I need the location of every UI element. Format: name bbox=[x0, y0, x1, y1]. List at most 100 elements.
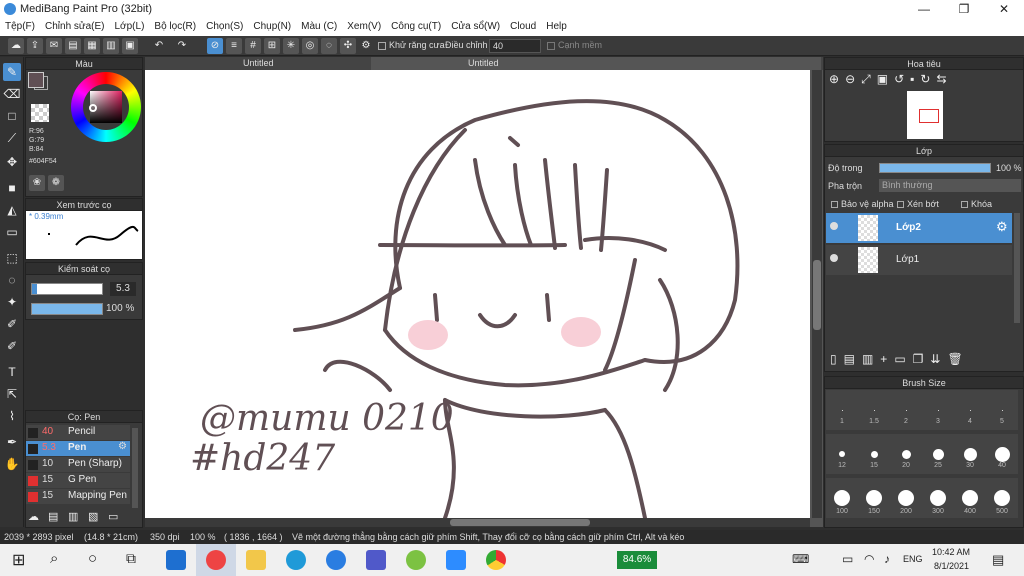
notification-icon[interactable]: ▤ bbox=[992, 552, 1004, 568]
eye-icon[interactable] bbox=[830, 222, 838, 230]
brush-size-preset[interactable]: 400 bbox=[954, 478, 986, 518]
layer-row-1[interactable]: Lớp1 bbox=[826, 245, 1012, 275]
task-view-icon[interactable]: ⧉ bbox=[126, 550, 136, 567]
color-history-icon[interactable]: ❁ bbox=[48, 175, 64, 191]
blend-mode-select[interactable]: Bình thường bbox=[879, 179, 1021, 192]
lasso-tool-icon[interactable]: ◌ bbox=[3, 271, 21, 289]
palette-icon[interactable]: ❀ bbox=[29, 175, 45, 191]
message-icon[interactable]: ▤ bbox=[65, 38, 81, 54]
maximize-button[interactable]: ❐ bbox=[944, 0, 984, 19]
add-brush-icon[interactable]: ▤ bbox=[48, 510, 58, 523]
brush-item-pen-sharp[interactable]: 10 Pen (Sharp) bbox=[26, 457, 130, 472]
eyedropper-tool-icon[interactable]: ✒ bbox=[3, 433, 21, 451]
flip-icon[interactable]: ⇆ bbox=[936, 72, 952, 86]
eye-icon[interactable] bbox=[830, 254, 838, 262]
menu-window[interactable]: Cửa sổ(W) bbox=[446, 19, 505, 36]
comment-icon[interactable]: ✉ bbox=[46, 38, 62, 54]
windows-start-icon[interactable]: ⊞ bbox=[12, 550, 25, 570]
menu-filter[interactable]: Bộ lọc(R) bbox=[149, 19, 201, 36]
language-indicator[interactable]: ENG bbox=[903, 554, 923, 564]
navigator-thumbnail[interactable] bbox=[907, 91, 943, 139]
gear-icon[interactable]: ⚙ bbox=[358, 38, 374, 54]
document-icon[interactable]: ▦ bbox=[84, 38, 100, 54]
radial-snap-icon[interactable]: ✳ bbox=[283, 38, 299, 54]
drawing-canvas[interactable]: @mumu 0210 #hd247 bbox=[145, 70, 810, 518]
brush-size-preset[interactable]: 200 bbox=[890, 478, 922, 518]
battery-icon[interactable]: ▭ bbox=[842, 552, 853, 566]
foreground-color-swatch[interactable] bbox=[28, 72, 44, 88]
layer-row-2[interactable]: Lớp2 ⚙ bbox=[826, 213, 1012, 243]
actual-size-icon[interactable]: ▣ bbox=[877, 72, 894, 86]
circle-snap-icon[interactable]: ◎ bbox=[302, 38, 318, 54]
brush-size-slider[interactable] bbox=[31, 283, 103, 295]
delete-layer-icon[interactable]: 🗑 bbox=[947, 352, 969, 366]
minimize-button[interactable]: — bbox=[904, 0, 944, 19]
zalo-icon[interactable] bbox=[326, 550, 346, 570]
duplicate-layer-icon[interactable]: ❐ bbox=[913, 352, 931, 366]
fit-icon[interactable]: ⤢ bbox=[861, 72, 877, 86]
undo-icon[interactable]: ↶ bbox=[151, 38, 167, 54]
brush-size-preset[interactable]: 300 bbox=[922, 478, 954, 518]
operation-tool-icon[interactable]: ⇱ bbox=[3, 385, 21, 403]
volume-icon[interactable]: ♪ bbox=[884, 552, 890, 566]
soft-edge-checkbox[interactable] bbox=[547, 42, 555, 50]
rotate-left-icon[interactable]: ↺ bbox=[894, 72, 910, 86]
bucket-tool-icon[interactable]: ◭ bbox=[3, 201, 21, 219]
canvas-vertical-scrollbar[interactable] bbox=[812, 70, 822, 518]
zoom-out-icon[interactable]: ⊖ bbox=[845, 72, 861, 86]
medibang-icon[interactable] bbox=[206, 550, 226, 570]
perspective-snap-icon[interactable]: ✣ bbox=[340, 38, 356, 54]
brush-size-preset[interactable]: 1 bbox=[826, 390, 858, 430]
brush-item-g-pen[interactable]: 15 G Pen bbox=[26, 473, 130, 488]
brush-size-preset[interactable]: 2 bbox=[890, 390, 922, 430]
menu-layer[interactable]: Lớp(L) bbox=[110, 19, 150, 36]
close-button[interactable]: ✕ bbox=[984, 0, 1024, 19]
edge-icon[interactable] bbox=[286, 550, 306, 570]
brush-opacity-slider[interactable] bbox=[31, 303, 103, 315]
rotate-right-icon[interactable]: ↻ bbox=[920, 72, 936, 86]
app-green-icon[interactable] bbox=[406, 550, 426, 570]
teams-icon[interactable] bbox=[366, 550, 386, 570]
menu-color[interactable]: Màu (C) bbox=[296, 19, 342, 36]
search-icon[interactable]: ⌕ bbox=[50, 550, 58, 567]
menu-file[interactable]: Tệp(F) bbox=[0, 19, 40, 36]
menu-view[interactable]: Xem(V) bbox=[342, 19, 386, 36]
layer-scrollbar[interactable] bbox=[1014, 213, 1020, 323]
line-tool-icon[interactable]: ⟋ bbox=[3, 129, 21, 147]
battery-indicator[interactable]: 84.6% bbox=[617, 551, 657, 569]
brush-item-pen[interactable]: 5.3 Pen ⚙ bbox=[26, 441, 130, 456]
brush-size-preset[interactable]: 1.5 bbox=[858, 390, 890, 430]
menu-help[interactable]: Help bbox=[541, 19, 572, 36]
brush-size-preset[interactable]: 5 bbox=[986, 390, 1018, 430]
select-tool-icon[interactable]: ⬚ bbox=[3, 249, 21, 267]
text-tool-icon[interactable]: T bbox=[3, 363, 21, 381]
lock-checkbox[interactable] bbox=[961, 201, 968, 208]
clock-time[interactable]: 10:42 AM bbox=[932, 547, 970, 557]
add-layer-menu-icon[interactable]: + bbox=[880, 352, 894, 366]
brush-size-preset[interactable]: 4 bbox=[954, 390, 986, 430]
redo-icon[interactable]: ↷ bbox=[174, 38, 190, 54]
cross-snap-icon[interactable]: ⊞ bbox=[264, 38, 280, 54]
brush-size-preset[interactable]: 500 bbox=[986, 478, 1018, 518]
eraser-tool-icon[interactable]: ⌫ bbox=[3, 85, 21, 103]
rect-tool-icon[interactable]: □ bbox=[3, 107, 21, 125]
wifi-icon[interactable]: ◠ bbox=[864, 552, 874, 566]
parallel-snap-icon[interactable]: ≡ bbox=[226, 38, 242, 54]
layer-opacity-slider[interactable] bbox=[879, 163, 991, 173]
curve-snap-icon[interactable]: ◌ bbox=[321, 38, 337, 54]
menu-tools[interactable]: Công cụ(T) bbox=[386, 19, 446, 36]
tab-untitled-2[interactable]: Untitled bbox=[468, 58, 499, 68]
tab-untitled-1[interactable]: Untitled bbox=[243, 58, 274, 68]
brush-list-scrollbar[interactable] bbox=[132, 428, 138, 508]
brush-item-pencil[interactable]: 40 Pencil bbox=[26, 425, 130, 440]
brush-size-preset[interactable]: 40 bbox=[986, 434, 1018, 474]
fill-shape-tool-icon[interactable]: ■ bbox=[3, 179, 21, 197]
brush-size-preset[interactable]: 150 bbox=[858, 478, 890, 518]
rotate-reset-icon[interactable]: ▪ bbox=[910, 72, 920, 86]
brush-tool-icon[interactable]: ✎ bbox=[3, 63, 21, 81]
brush-size-preset[interactable]: 3 bbox=[922, 390, 954, 430]
brush-size-preset[interactable]: 30 bbox=[954, 434, 986, 474]
select-pen-tool-icon[interactable]: ✐ bbox=[3, 315, 21, 333]
hand-tool-icon[interactable]: ✋ bbox=[3, 455, 21, 473]
move-tool-icon[interactable]: ✥ bbox=[3, 153, 21, 171]
